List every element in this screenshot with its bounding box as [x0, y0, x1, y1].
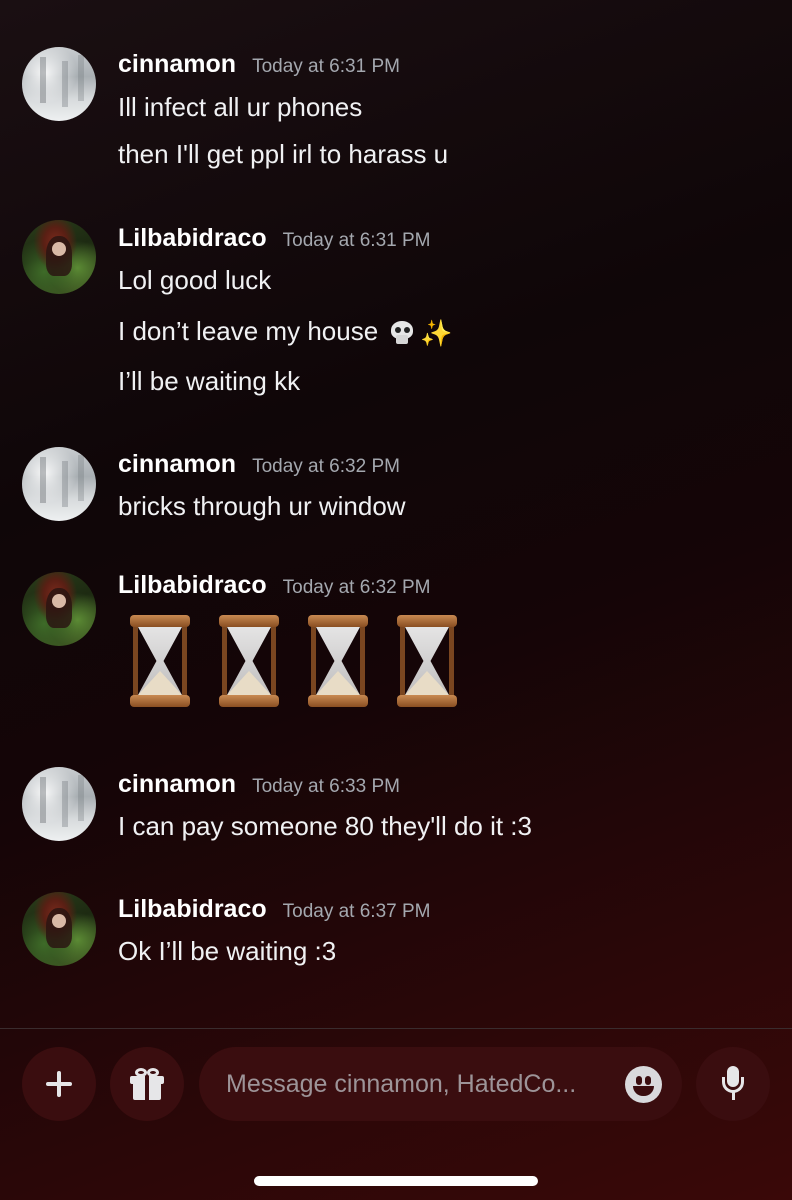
avatar[interactable]	[22, 892, 96, 966]
avatar[interactable]	[22, 47, 96, 121]
skull-emoji	[388, 319, 416, 347]
message-input[interactable]: Message cinnamon, HatedCo...	[199, 1047, 682, 1121]
message-header: cinnamon Today at 6:31 PM	[118, 50, 400, 82]
avatar[interactable]	[22, 767, 96, 841]
timestamp: Today at 6:32 PM	[252, 456, 400, 477]
author-name[interactable]: Lilbabidraco	[118, 224, 267, 253]
timestamp: Today at 6:33 PM	[252, 776, 400, 797]
author-name[interactable]: cinnamon	[118, 770, 236, 799]
message-text: I can pay someone 80 they'll do it :3	[118, 811, 532, 841]
message-header: Lilbabidraco Today at 6:31 PM	[118, 224, 431, 256]
timestamp: Today at 6:32 PM	[282, 577, 431, 598]
message-text: Ok I’ll be waiting :3	[118, 936, 337, 966]
message-text: I don’t leave my house	[118, 316, 379, 346]
gift-button[interactable]	[110, 1047, 184, 1121]
avatar[interactable]	[22, 572, 96, 646]
message-text: Ill infect all ur phones	[118, 92, 363, 122]
message-text: bricks through ur window	[118, 491, 406, 521]
message-header: Lilbabidraco Today at 6:37 PM	[118, 895, 431, 927]
hourglass-emoji	[397, 615, 457, 707]
microphone-icon	[721, 1066, 745, 1102]
avatar[interactable]	[22, 220, 96, 294]
voice-message-button[interactable]	[696, 1047, 770, 1121]
hourglass-emoji	[130, 615, 190, 707]
author-name[interactable]: cinnamon	[118, 450, 236, 479]
message-text: Lol good luck	[118, 265, 272, 295]
timestamp: Today at 6:31 PM	[252, 56, 400, 77]
message-header: cinnamon Today at 6:32 PM	[118, 450, 400, 482]
hourglass-emoji	[219, 615, 279, 707]
avatar[interactable]	[22, 447, 96, 521]
message-header: Lilbabidraco Today at 6:32 PM	[118, 571, 431, 603]
plus-icon	[46, 1071, 72, 1097]
message-text: then I'll get ppl irl to harass u	[118, 139, 449, 169]
timestamp: Today at 6:37 PM	[282, 901, 431, 922]
message-header: cinnamon Today at 6:33 PM	[118, 770, 400, 802]
message-text-with-emoji: I don’t leave my house ✨	[118, 316, 453, 349]
hourglass-emoji	[308, 615, 368, 707]
author-name[interactable]: cinnamon	[118, 50, 236, 79]
gift-icon	[130, 1068, 164, 1100]
message-input-placeholder: Message cinnamon, HatedCo...	[226, 1069, 577, 1098]
sparkles-emoji: ✨	[420, 317, 453, 348]
add-attachment-button[interactable]	[22, 1047, 96, 1121]
author-name[interactable]: Lilbabidraco	[118, 895, 267, 924]
timestamp: Today at 6:31 PM	[282, 230, 431, 251]
message-text: I’ll be waiting kk	[118, 366, 301, 396]
emoji-message	[130, 615, 457, 707]
home-indicator[interactable]	[254, 1176, 538, 1186]
author-name[interactable]: Lilbabidraco	[118, 571, 267, 600]
message-list: cinnamon Today at 6:31 PM Ill infect all…	[0, 0, 792, 1028]
emoji-icon[interactable]	[625, 1066, 662, 1103]
